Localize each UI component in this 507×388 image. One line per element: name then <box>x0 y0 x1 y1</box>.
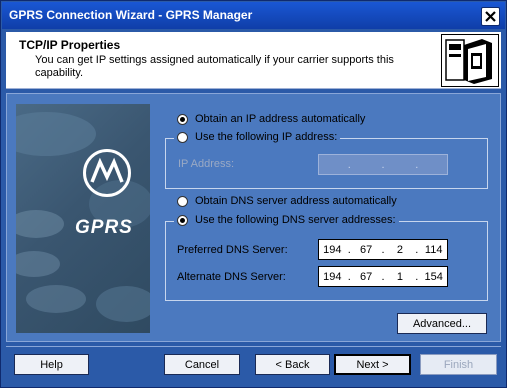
help-button[interactable]: Help <box>14 354 89 375</box>
dns-auto-radio[interactable] <box>177 195 188 207</box>
close-button[interactable] <box>481 7 500 26</box>
dns-auto-label: Obtain DNS server address automatically <box>195 195 397 207</box>
footer-divider <box>6 346 501 347</box>
finish-button: Finish <box>420 354 497 375</box>
cancel-button[interactable]: Cancel <box>164 354 240 375</box>
title-bar[interactable]: GPRS Connection Wizard - GPRS Manager <box>2 2 505 29</box>
wizard-window: GPRS Connection Wizard - GPRS Manager TC… <box>0 0 507 388</box>
ip-address-field: . . . <box>318 154 448 175</box>
page-title: TCP/IP Properties <box>19 38 121 52</box>
ip-manual-option[interactable]: Use the following IP address: <box>174 131 341 143</box>
back-button[interactable]: < Back <box>255 354 330 375</box>
page-description: You can get IP settings assigned automat… <box>35 54 394 79</box>
wizard-header-icon <box>441 34 499 87</box>
dns-auto-option[interactable]: Obtain DNS server address automatically <box>177 195 397 207</box>
window-title: GPRS Connection Wizard - GPRS Manager <box>9 8 253 22</box>
ip-manual-label: Use the following IP address: <box>195 131 338 143</box>
wizard-header: TCP/IP Properties You can get IP setting… <box>6 32 501 89</box>
preferred-dns-field[interactable]: 194. 67. 2. 114 <box>318 239 448 260</box>
ip-auto-radio[interactable] <box>177 113 188 125</box>
ip-address-label: IP Address: <box>178 158 235 170</box>
preferred-dns-label: Preferred DNS Server: <box>177 244 288 256</box>
dns-manual-label: Use the following DNS server addresses: <box>195 214 396 226</box>
advanced-button[interactable]: Advanced... <box>397 313 487 334</box>
ip-auto-label: Obtain an IP address automatically <box>195 113 366 125</box>
dns-manual-radio[interactable] <box>177 214 188 226</box>
gprs-brand-text: GPRS <box>75 217 133 238</box>
alternate-dns-label: Alternate DNS Server: <box>177 271 286 283</box>
alternate-dns-field[interactable]: 194. 67. 1. 154 <box>318 266 448 287</box>
content-panel: GPRS Obtain an IP address automatically … <box>6 93 501 342</box>
dns-manual-group <box>165 221 488 301</box>
ip-manual-radio[interactable] <box>177 131 188 143</box>
ip-auto-option[interactable]: Obtain an IP address automatically <box>177 113 365 125</box>
next-button[interactable]: Next > <box>334 354 411 375</box>
motorola-logo-icon <box>83 149 131 197</box>
close-icon <box>485 11 496 22</box>
dns-manual-option[interactable]: Use the following DNS server addresses: <box>174 214 399 226</box>
